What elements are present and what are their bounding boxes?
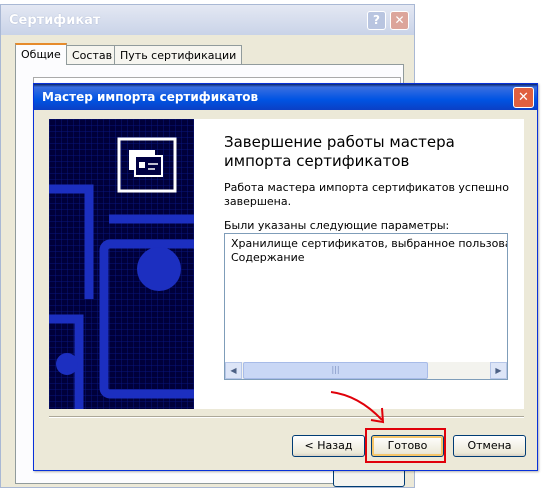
tab-details[interactable]: Состав: [66, 45, 119, 64]
scroll-right-icon[interactable]: ▶: [490, 362, 507, 379]
scroll-left-icon[interactable]: ◀: [225, 362, 242, 379]
wizard-banner: [49, 119, 194, 409]
wizard-banner-graphic: [49, 119, 194, 409]
certificate-dialog-titlebar[interactable]: Сертификат ? ✕: [1, 5, 414, 35]
wizard-body: Завершение работы мастера импорта сертиф…: [37, 110, 534, 469]
success-message: Работа мастера импорта сертификатов успе…: [224, 181, 509, 208]
list-item: Хранилище сертификатов, выбранное пользо…: [231, 237, 507, 250]
params-label: Были указаны следующие параметры:: [224, 219, 450, 232]
finish-highlight-box: [365, 428, 446, 463]
horizontal-scrollbar[interactable]: ◀ ||| ▶: [225, 362, 507, 379]
wizard-content: Завершение работы мастера импорта сертиф…: [194, 119, 524, 409]
import-wizard-dialog: Мастер импорта сертификатов ✕ Завершение…: [33, 83, 538, 471]
certificate-dialog-title: Сертификат: [9, 13, 101, 28]
wizard-title: Мастер импорта сертификатов: [42, 90, 259, 104]
page-title: Завершение работы мастера импорта сертиф…: [224, 133, 455, 170]
close-icon[interactable]: ✕: [513, 87, 534, 108]
tab-certification-path[interactable]: Путь сертификации: [114, 45, 243, 64]
cancel-button[interactable]: Отмена: [453, 435, 526, 457]
wizard-titlebar[interactable]: Мастер импорта сертификатов ✕: [34, 84, 537, 110]
tab-general[interactable]: Общие: [15, 43, 67, 65]
back-button[interactable]: < Назад: [292, 435, 365, 457]
close-icon[interactable]: ✕: [390, 11, 409, 30]
scrollbar-thumb[interactable]: |||: [243, 362, 428, 379]
help-icon[interactable]: ?: [367, 11, 386, 30]
list-item: Содержание: [231, 251, 305, 264]
divider: [49, 416, 524, 418]
params-list[interactable]: Хранилище сертификатов, выбранное пользо…: [224, 233, 508, 380]
